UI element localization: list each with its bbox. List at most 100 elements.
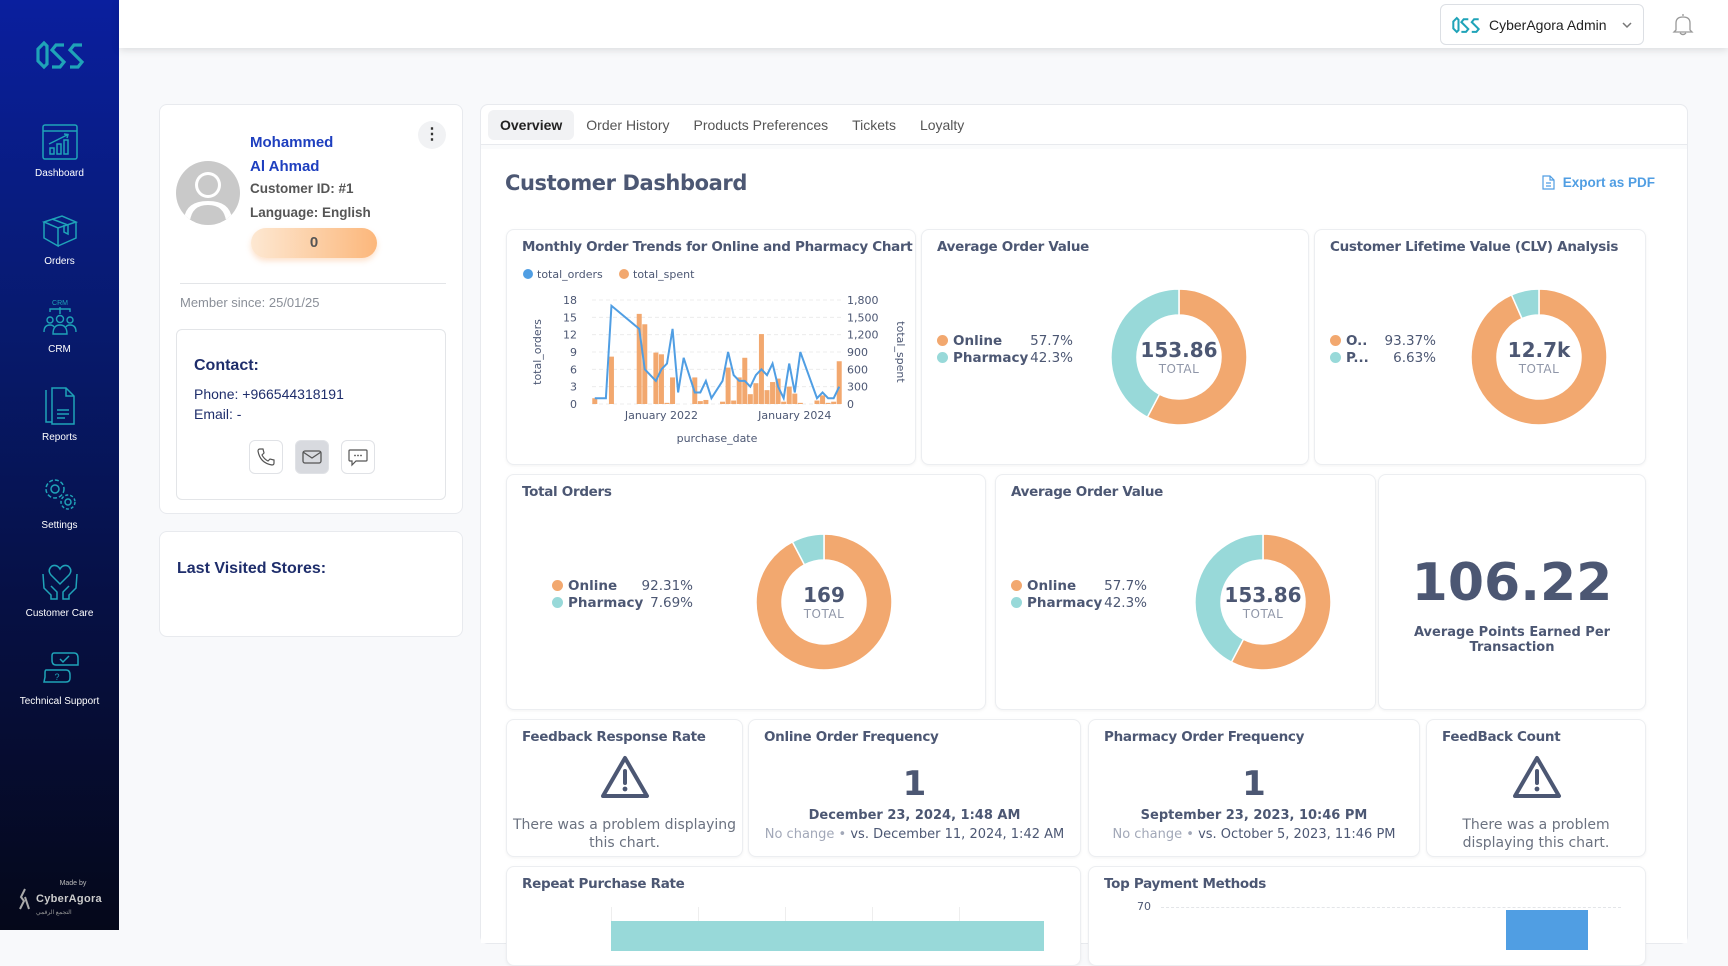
payment-method-bar[interactable] xyxy=(1506,910,1588,950)
gears-icon xyxy=(44,479,76,510)
sidebar: Dashboard Orders CRM CRM Reports Setting… xyxy=(0,0,119,930)
legend-pct: 92.31% xyxy=(641,577,693,594)
total-spent-bar[interactable] xyxy=(658,354,664,404)
card-title: Online Order Frequency xyxy=(764,729,939,745)
tab-tickets[interactable]: Tickets xyxy=(840,110,908,140)
legend-item-pharmacy[interactable]: Pharmacy 42.3% xyxy=(937,349,1073,366)
heart-hands-icon xyxy=(41,564,78,600)
legend-item-online[interactable]: Online 57.7% xyxy=(937,332,1073,349)
donut-total: 153.86 xyxy=(1224,583,1302,607)
avg-points-card: 106.22 Average Points Earned Per Transac… xyxy=(1378,474,1646,710)
total-spent-bar[interactable] xyxy=(781,401,787,404)
donut-legend: Online 57.7% Pharmacy 42.3% xyxy=(937,332,1073,366)
comparison-date: vs. December 11, 2024, 1:42 AM xyxy=(850,827,1065,842)
legend-dot xyxy=(1330,335,1341,346)
legend-pct: 7.69% xyxy=(650,594,693,611)
contact-box: Contact: Phone: +966544318191 Email: - xyxy=(176,329,446,500)
email-button[interactable] xyxy=(295,440,329,474)
total-spent-bar[interactable] xyxy=(664,402,670,404)
legend-label-total-spent[interactable]: total_spent xyxy=(633,268,695,281)
total-spent-bar[interactable] xyxy=(703,399,709,404)
comparison-date: vs. October 5, 2023, 11:46 PM xyxy=(1198,827,1396,842)
feedback-response-rate-card: Feedback Response Rate There was a probl… xyxy=(506,719,743,857)
avg-points-value: 106.22 xyxy=(1411,553,1613,613)
total-spent-bar[interactable] xyxy=(697,401,703,404)
sidebar-item-dashboard[interactable]: Dashboard xyxy=(0,122,119,179)
legend-label: P... xyxy=(1346,349,1369,366)
main-panel: Overview Order History Products Preferen… xyxy=(480,104,1688,966)
legend-item-pharmacy[interactable]: Pharmacy 42.3% xyxy=(1011,594,1147,611)
legend-pct: 57.7% xyxy=(1030,332,1073,349)
legend-label: Online xyxy=(568,577,618,594)
total-spent-bar[interactable] xyxy=(608,356,614,404)
chart-title: Monthly Order Trends for Online and Phar… xyxy=(522,239,913,255)
total-spent-bar[interactable] xyxy=(764,390,770,404)
notification-bell-icon[interactable] xyxy=(1672,12,1694,36)
sidebar-item-orders[interactable]: Orders xyxy=(0,210,119,267)
tab-products-preferences[interactable]: Products Preferences xyxy=(682,110,841,140)
last-visited-stores-card: Last Visited Stores: xyxy=(159,531,463,637)
y-left-tick-label: 9 xyxy=(570,346,577,359)
total-spent-bar[interactable] xyxy=(814,400,820,404)
legend-dot xyxy=(552,580,563,591)
avg-order-value-card-2: Average Order Value Online 57.7% Pharmacy… xyxy=(995,474,1376,710)
legend-item-online[interactable]: Online 57.7% xyxy=(1011,577,1147,594)
total-spent-bar[interactable] xyxy=(825,402,831,404)
legend-item-pharmacy[interactable]: P... 6.63% xyxy=(1330,349,1436,366)
chevron-down-icon xyxy=(1622,21,1632,28)
sidebar-item-label: Dashboard xyxy=(35,168,84,179)
account-switcher[interactable]: CyberAgora Admin xyxy=(1440,4,1644,45)
total-spent-bar[interactable] xyxy=(797,402,803,404)
cyberagora-logo-icon xyxy=(19,888,30,910)
monthly-order-trends-chart[interactable]: total_orders total_spent 0 0 3 300 6 600 9 900 12… xyxy=(507,256,917,466)
total-spent-bar[interactable] xyxy=(747,394,753,404)
pharmacy-frequency-value: 1 xyxy=(1242,764,1266,804)
customer-first-name: Mohammed xyxy=(250,134,334,151)
legend-label: Pharmacy xyxy=(953,349,1029,366)
legend-item-online[interactable]: Online 92.31% xyxy=(552,577,693,594)
tab-order-history[interactable]: Order History xyxy=(574,110,681,140)
y-left-tick-label: 12 xyxy=(563,329,577,342)
legend-dot xyxy=(1330,352,1341,363)
tab-loyalty[interactable]: Loyalty xyxy=(908,110,976,140)
export-pdf-button[interactable]: Export as PDF xyxy=(1542,175,1655,190)
tab-overview[interactable]: Overview xyxy=(488,109,575,140)
total-spent-bar[interactable] xyxy=(753,383,759,404)
sidebar-item-customer-care[interactable]: Customer Care xyxy=(0,562,119,619)
legend-label-total-orders[interactable]: total_orders xyxy=(537,268,603,281)
sidebar-item-label: CRM xyxy=(48,344,71,355)
y-right-tick-label: 1,500 xyxy=(847,311,879,324)
total-spent-bar[interactable] xyxy=(820,395,826,404)
sidebar-item-crm[interactable]: CRM CRM xyxy=(0,298,119,355)
phone-icon xyxy=(257,448,275,466)
tab-bar: Overview Order History Products Preferen… xyxy=(481,105,1687,145)
legend-label: Pharmacy xyxy=(1027,594,1103,611)
total-spent-bar[interactable] xyxy=(836,361,842,404)
sidebar-item-technical-support[interactable]: ? Technical Support xyxy=(0,650,119,707)
warning-icon xyxy=(1513,756,1561,798)
legend-item-online[interactable]: O.. 93.37% xyxy=(1330,332,1436,349)
svg-text:CRM: CRM xyxy=(52,300,68,307)
total-spent-bar[interactable] xyxy=(720,401,726,404)
pharmacy-order-frequency-card: Pharmacy Order Frequency 1 September 23,… xyxy=(1088,719,1420,857)
total-spent-bar[interactable] xyxy=(786,386,792,404)
contact-phone: Phone: +966544318191 xyxy=(194,386,344,402)
total-spent-bar[interactable] xyxy=(725,367,731,404)
sidebar-item-settings[interactable]: Settings xyxy=(0,474,119,531)
total-spent-bar[interactable] xyxy=(770,382,776,404)
message-button[interactable] xyxy=(341,440,375,474)
total-spent-bar[interactable] xyxy=(670,377,676,404)
total-spent-bar[interactable] xyxy=(831,401,837,404)
call-button[interactable] xyxy=(249,440,283,474)
donut-center: 169 TOTAL xyxy=(739,583,909,621)
sidebar-item-reports[interactable]: Reports xyxy=(0,386,119,443)
oss-logo-icon[interactable] xyxy=(34,40,86,70)
total-spent-bar[interactable] xyxy=(731,400,737,404)
repeat-rate-bar[interactable] xyxy=(611,921,1044,951)
legend-item-pharmacy[interactable]: Pharmacy 7.69% xyxy=(552,594,693,611)
member-since: Member since: 25/01/25 xyxy=(180,295,320,310)
x-tick-label: January 2022 xyxy=(624,409,698,422)
more-options-button[interactable]: ⋮ xyxy=(418,121,446,149)
total-spent-bar[interactable] xyxy=(792,393,798,404)
legend-label: Online xyxy=(1027,577,1077,594)
